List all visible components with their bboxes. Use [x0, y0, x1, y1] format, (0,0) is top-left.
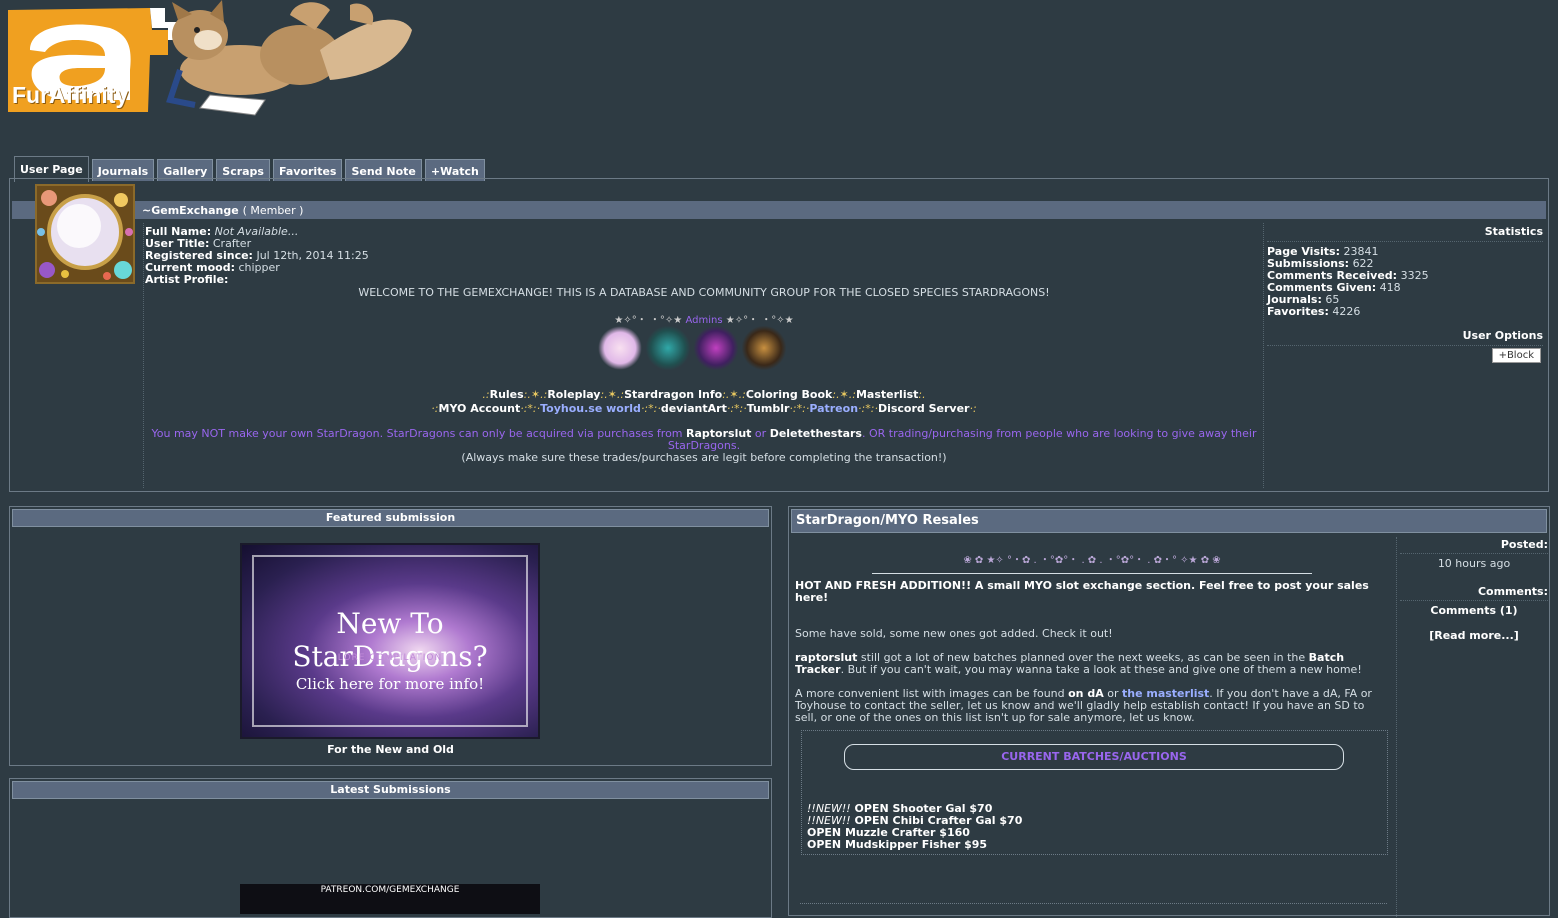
notice-text: You may NOT make your own StarDragon. St… [151, 427, 687, 440]
furaffinity-logo[interactable]: FurAffinity [0, 0, 420, 125]
stat-value: 3325 [1400, 269, 1429, 282]
user-name-bar: ~GemExchange ( Member ) [12, 201, 1546, 219]
batch-list: !!NEW!! OPEN Shooter Gal $70 !!NEW!! OPE… [807, 803, 1022, 851]
link-stardragon-info[interactable]: Stardragon Info [624, 388, 722, 401]
featured-caption[interactable]: For the New and Old [10, 743, 771, 756]
admins-deco-right: ★✧°・ ・°✧★ [722, 315, 794, 326]
statistics-title: Statistics [1267, 226, 1543, 242]
mood-value: chipper [238, 261, 280, 274]
link-masterlist[interactable]: Masterlist [856, 388, 918, 401]
notice-warning: (Always make sure these trades/purchases… [461, 451, 947, 464]
latest-header: Latest Submissions [12, 781, 769, 799]
journal-body: ❀ ✿ ★✧ °・✿ . ・°✿°・ . ✿ . ・°✿°・ . ✿・° ✧★ … [795, 555, 1389, 736]
statistics: Statistics Page Visits: 23841 Submission… [1267, 226, 1543, 318]
comments-link[interactable]: Comments (1) [1400, 605, 1548, 617]
profile-notice: You may NOT make your own StarDragon. St… [150, 428, 1258, 464]
comments-label: Comments: [1400, 586, 1548, 601]
sep: ·:*:· [640, 402, 661, 415]
featured-image[interactable]: New To StarDragons? LORE COMPILATION Cli… [240, 543, 540, 739]
link-patreon[interactable]: Patreon [809, 402, 858, 415]
profile-links-row-2: ·:MYO Account·:*:·Toyhou.se world·:*:·de… [150, 402, 1258, 415]
stat-row: Favorites: 4226 [1267, 306, 1543, 318]
list-item: OPEN Mudskipper Fisher $95 [807, 839, 1022, 851]
divider [872, 573, 1312, 574]
block-button[interactable]: +Block [1491, 348, 1541, 363]
sep: :. [918, 388, 926, 401]
journal-paragraph: Some have sold, some new ones got added.… [795, 627, 1113, 640]
user-options-title: User Options [1267, 329, 1543, 346]
user-info: Full Name: Not Available... User Title: … [145, 226, 369, 286]
stat-value: 4226 [1332, 305, 1361, 318]
sep: ·: [431, 402, 439, 415]
notice-or: or [751, 427, 770, 440]
stat-label: Favorites: [1267, 305, 1329, 318]
user-profile-box: ~GemExchange ( Member ) Full Name: Not A… [9, 178, 1549, 492]
sep: ·:*:· [520, 402, 541, 415]
featured-image-title: New To StarDragons? [292, 607, 488, 673]
link-deviantart[interactable]: deviantArt [661, 402, 727, 415]
link-rules[interactable]: Rules [490, 388, 524, 401]
link-tumblr[interactable]: Tumblr [747, 402, 790, 415]
username[interactable]: ~GemExchange [142, 204, 239, 217]
link-toyhouse[interactable]: Toyhou.se world [540, 402, 641, 415]
divider [800, 903, 1387, 904]
journal-text: . But if you can't wait, you may wanna t… [840, 663, 1362, 676]
sep: :.✶.: [523, 388, 548, 401]
link-discord[interactable]: Discord Server [878, 402, 970, 415]
link-myo-account[interactable]: MYO Account [439, 402, 521, 415]
stat-value: 418 [1379, 281, 1401, 294]
avatar-image [37, 186, 133, 282]
journal-paragraph: A more convenient list with images can b… [795, 688, 1389, 724]
sep: :.✶.: [722, 388, 746, 401]
posted-label: Posted: [1400, 539, 1548, 554]
admin-avatar[interactable] [694, 326, 738, 370]
link-coloring-book[interactable]: Coloring Book [746, 388, 833, 401]
sep: ·:*:· [858, 402, 878, 415]
sep: :.✶.: [600, 388, 625, 401]
admin-icons [598, 326, 786, 370]
user-role: ( Member ) [242, 204, 304, 217]
admin-avatar[interactable] [742, 326, 786, 370]
notice-user-link[interactable]: Deletethestars [770, 427, 862, 440]
profile-welcome: WELCOME TO THE GEMEXCHANGE! THIS IS A DA… [358, 286, 1050, 299]
sep: ·:*:· [726, 402, 747, 415]
featured-submission-panel: Featured submission New To StarDragons? … [9, 506, 772, 766]
avatar[interactable] [35, 184, 135, 284]
journal-panel: StarDragon/MYO Resales ❀ ✿ ★✧ °・✿ . ・°✿°… [788, 506, 1550, 917]
logo-text: FurAffinity [12, 82, 129, 108]
username-line: ~GemExchange ( Member ) [142, 204, 303, 217]
featured-image-cta: Click here for more info! [295, 675, 485, 693]
admins-label: Admins [685, 315, 723, 326]
latest-submissions-panel: Latest Submissions PATREON.COM/GEMEXCHAN… [9, 778, 772, 918]
sep: .: [482, 388, 490, 401]
divider [1396, 537, 1397, 917]
sep: ·:*:· [789, 402, 810, 415]
current-batches-button[interactable]: CURRENT BATCHES/AUCTIONS [844, 744, 1344, 770]
featured-header: Featured submission [12, 509, 769, 527]
admin-avatar[interactable] [646, 326, 690, 370]
artist-profile-label: Artist Profile: [145, 273, 229, 286]
admin-avatar[interactable] [598, 326, 642, 370]
admins-heading: ★✧°・ ・°✧★ Admins ★✧°・ ・°✧★ [150, 311, 1258, 326]
sep: :.✶.: [832, 388, 856, 401]
divider [1263, 223, 1265, 488]
posted-value: 10 hours ago [1437, 557, 1511, 570]
thumbnail-label: PATREON.COM/GEMEXCHANGE [320, 885, 460, 895]
sep: ·: [969, 402, 977, 415]
admins-deco-left: ★✧°・ ・°✧★ [614, 315, 686, 326]
journal-title[interactable]: StarDragon/MYO Resales [791, 509, 1547, 533]
batches-box: CURRENT BATCHES/AUCTIONS !!NEW!! OPEN Sh… [801, 730, 1388, 855]
featured-image-subtitle: LORE COMPILATION [337, 653, 443, 663]
journal-intro: HOT AND FRESH ADDITION!! A small MYO slo… [795, 579, 1369, 604]
read-more-link[interactable]: [Read more...] [1400, 630, 1548, 642]
latest-submission-thumbnail[interactable]: PATREON.COM/GEMEXCHANGE [240, 884, 540, 914]
journal-sidebar: Posted: 10 hours ago Comments: Comments … [1400, 539, 1548, 642]
journal-decoration: ❀ ✿ ★✧ °・✿ . ・°✿°・ . ✿ . ・°✿°・ . ✿・° ✧★ … [963, 555, 1221, 566]
item-text[interactable]: OPEN Mudskipper Fisher $95 [807, 838, 987, 851]
profile-links-row-1: .:Rules:.✶.:Roleplay:.✶.:Stardragon Info… [150, 388, 1258, 401]
journal-paragraph: raptorslut still got a lot of new batche… [795, 652, 1389, 676]
link-roleplay[interactable]: Roleplay [547, 388, 600, 401]
user-options: User Options +Block [1267, 329, 1543, 363]
